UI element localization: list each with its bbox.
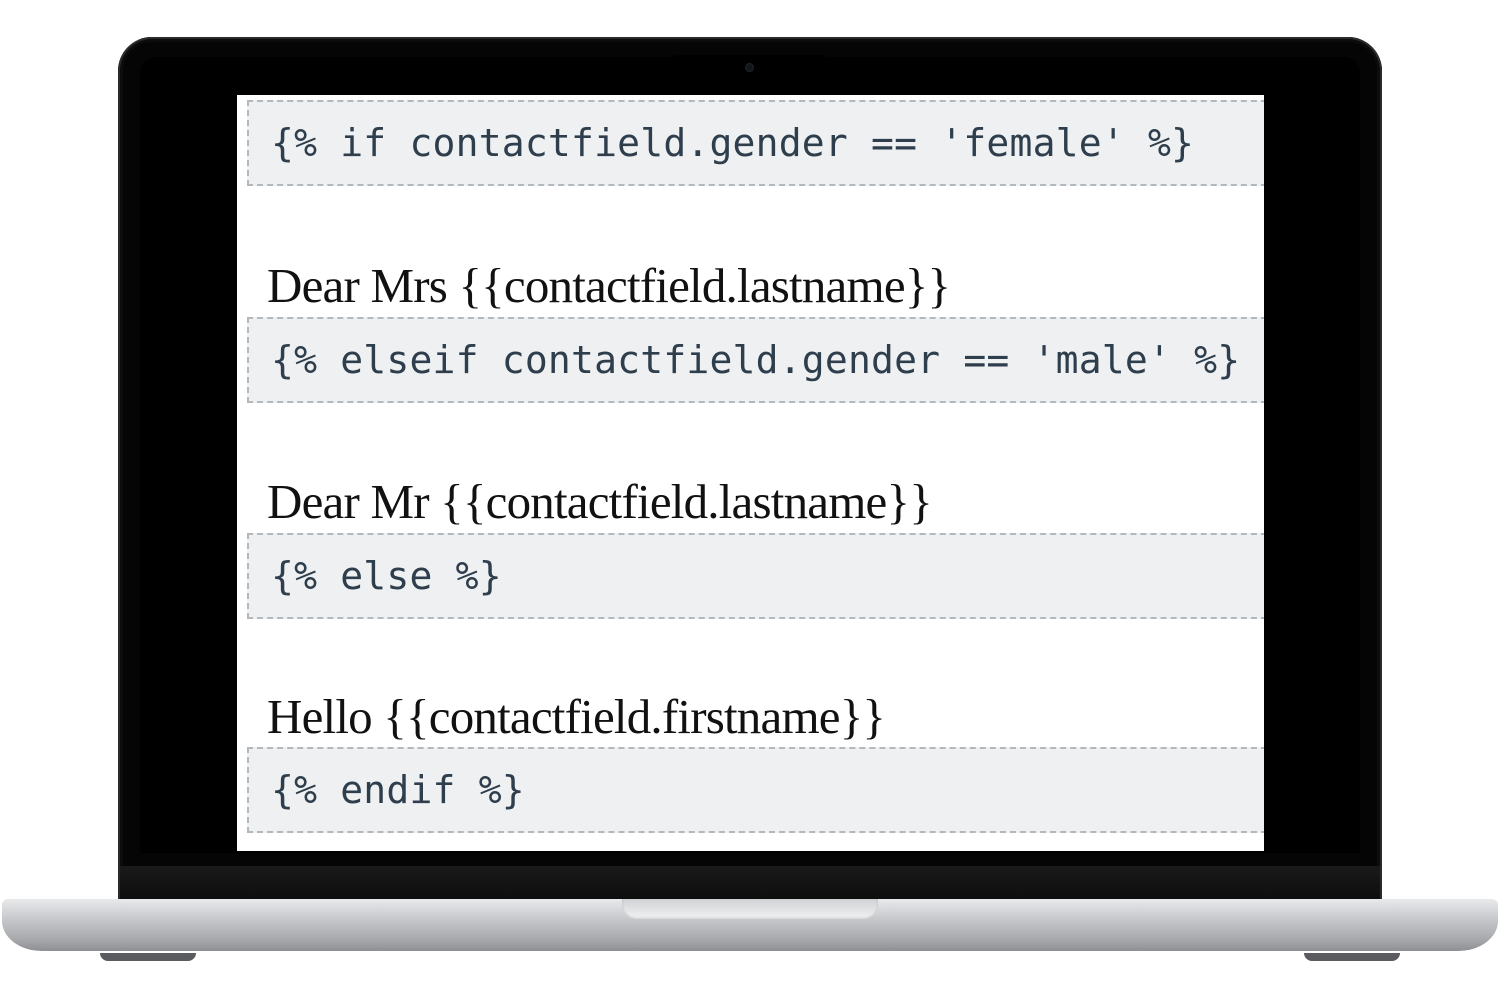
else-tag-block[interactable]: {% else %} bbox=[247, 533, 1264, 619]
laptop-mockup: {% if contactfield.gender == 'female' %}… bbox=[0, 0, 1500, 1000]
laptop-chin bbox=[120, 866, 1380, 902]
default-greeting-text[interactable]: Hello {{contactfield.firstname}} bbox=[267, 688, 886, 745]
endif-tag-text: {% endif %} bbox=[271, 768, 525, 812]
endif-tag-block[interactable]: {% endif %} bbox=[247, 747, 1264, 833]
female-greeting-text[interactable]: Dear Mrs {{contactfield.lastname}} bbox=[267, 257, 951, 314]
if-tag-block[interactable]: {% if contactfield.gender == 'female' %} bbox=[247, 100, 1264, 186]
elseif-tag-text: {% elseif contactfield.gender == 'male' … bbox=[271, 338, 1241, 382]
laptop-opening-notch bbox=[622, 899, 878, 919]
laptop-foot-right bbox=[1304, 953, 1400, 961]
elseif-tag-block[interactable]: {% elseif contactfield.gender == 'male' … bbox=[247, 317, 1264, 403]
if-tag-text: {% if contactfield.gender == 'female' %} bbox=[271, 121, 1195, 165]
laptop-foot-left bbox=[100, 953, 196, 961]
male-greeting-text[interactable]: Dear Mr {{contactfield.lastname}} bbox=[267, 473, 933, 530]
camera-icon bbox=[745, 63, 754, 72]
else-tag-text: {% else %} bbox=[271, 554, 502, 598]
email-template-editor: {% if contactfield.gender == 'female' %}… bbox=[237, 95, 1264, 851]
